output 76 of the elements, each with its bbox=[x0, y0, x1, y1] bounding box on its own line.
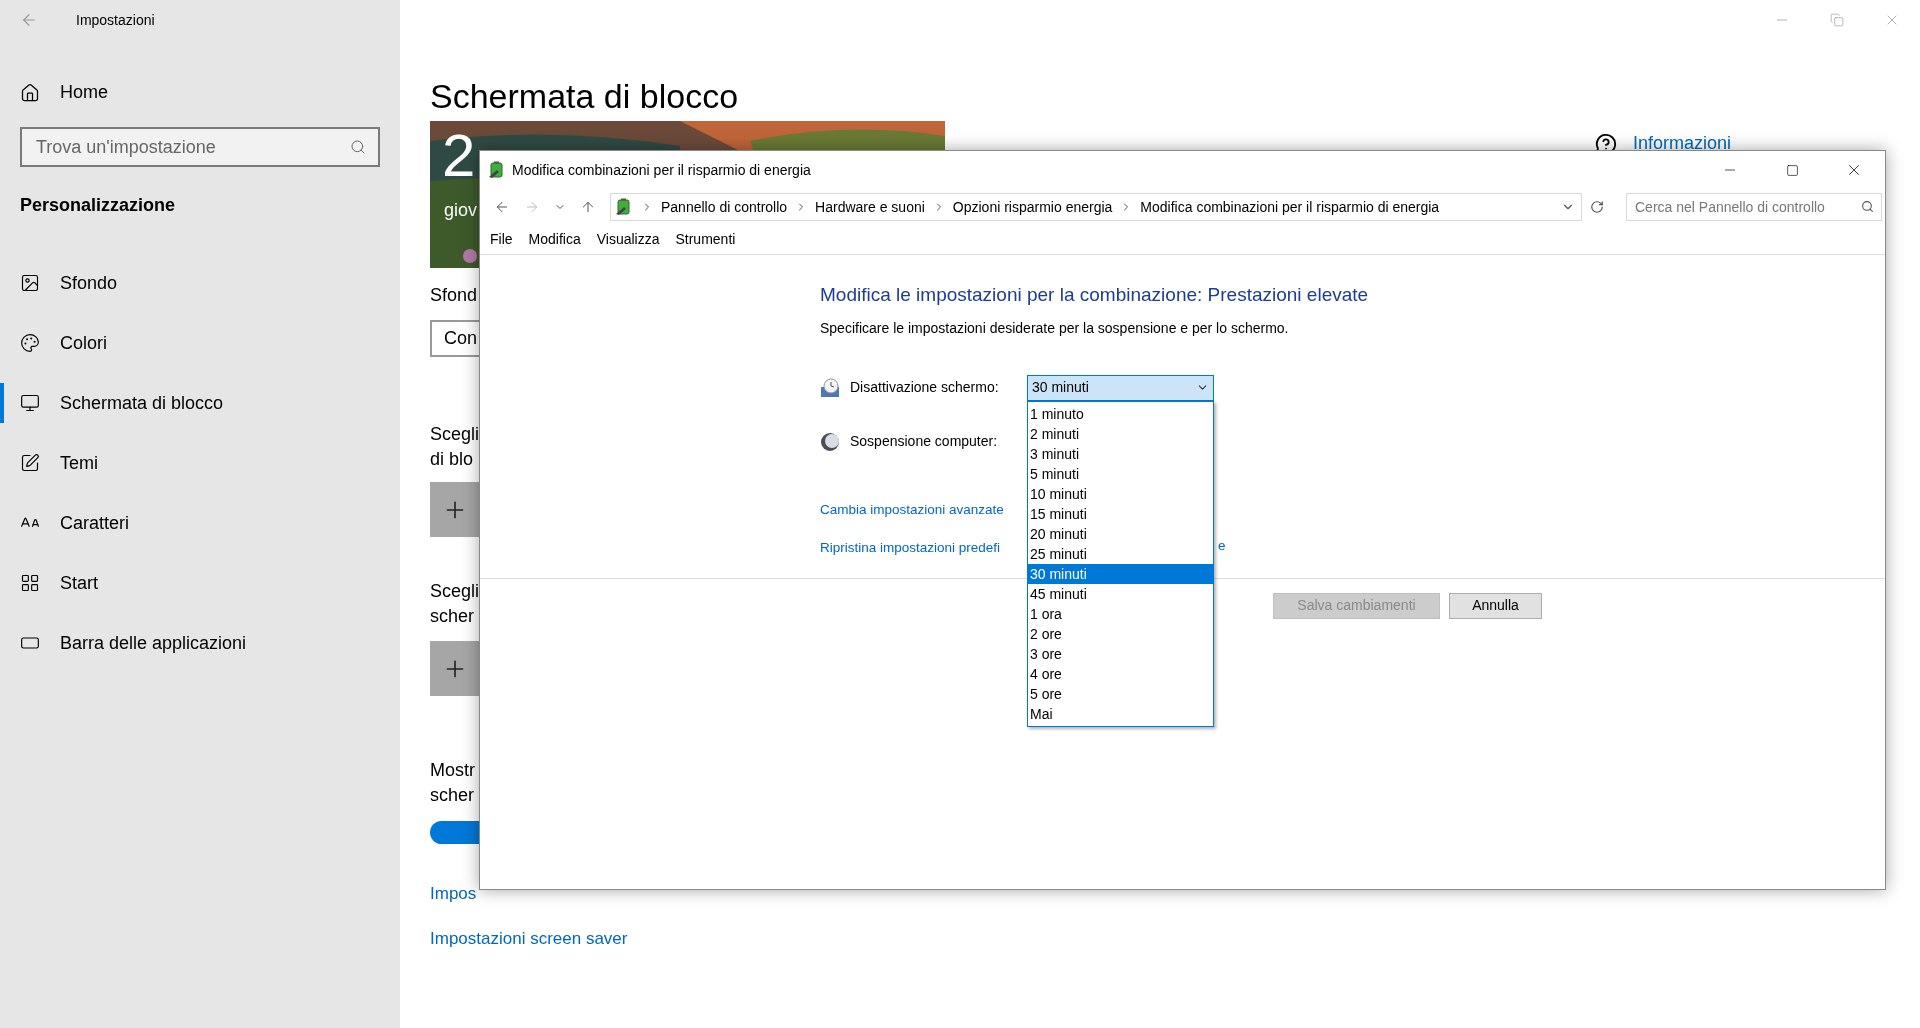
monitor-icon bbox=[20, 393, 40, 413]
dialog-button[interactable]: Annulla bbox=[1449, 592, 1542, 619]
setting-label: di blo bbox=[430, 448, 474, 471]
restore-icon[interactable] bbox=[1830, 13, 1844, 27]
settings-link[interactable]: Impos bbox=[430, 884, 477, 903]
dropdown-option[interactable]: 5 ore bbox=[1028, 684, 1213, 704]
window-title: Impostazioni bbox=[76, 10, 155, 30]
up-icon[interactable] bbox=[580, 199, 596, 215]
setting-label: Disattivazione schermo: bbox=[850, 378, 1000, 397]
dropdown-option[interactable]: 3 minuti bbox=[1028, 444, 1213, 464]
dropdown-option[interactable]: 5 minuti bbox=[1028, 464, 1213, 484]
breadcrumb[interactable]: Modifica combinazioni per il risparmio di energia bbox=[1140, 196, 1440, 218]
address-bar[interactable]: Pannello di controllo Hardware e suoni Opzioni risparmio energia Modifica combinazioni per il risparmio di energia bbox=[610, 193, 1582, 221]
settings-link[interactable]: Ripristina impostazioni predefi bbox=[820, 539, 1001, 555]
setting-label: Scegli bbox=[430, 580, 480, 603]
dropdown-option[interactable]: 25 minuti bbox=[1028, 544, 1213, 564]
menu-item[interactable]: File bbox=[490, 229, 513, 250]
battery-icon bbox=[615, 198, 633, 216]
back-icon[interactable] bbox=[494, 199, 510, 215]
dropdown-option[interactable]: 20 minuti bbox=[1028, 524, 1213, 544]
back-icon[interactable] bbox=[20, 11, 38, 29]
breadcrumb[interactable]: Pannello di controllo bbox=[661, 196, 788, 218]
dropdown-option[interactable]: 45 minuti bbox=[1028, 584, 1213, 604]
nav-item[interactable]: Colori bbox=[0, 323, 400, 363]
clock-icon bbox=[820, 377, 840, 398]
setting-label: scher bbox=[430, 784, 474, 807]
grid-icon bbox=[20, 573, 40, 593]
setting-label: Sospensione computer: bbox=[850, 432, 998, 451]
setting-label: Sfond bbox=[430, 284, 478, 307]
nav-item[interactable]: Barra delle applicazioni bbox=[0, 623, 400, 663]
battery-icon bbox=[488, 161, 506, 179]
setting-label: Scegli bbox=[430, 423, 480, 446]
dialog-subtitle: Specificare le impostazioni desiderate per la sospensione e per lo schermo. bbox=[820, 318, 1289, 338]
menu-item[interactable]: Strumenti bbox=[675, 229, 736, 250]
dropdown-option[interactable]: 2 ore bbox=[1028, 624, 1213, 644]
breadcrumb[interactable]: Hardware e suoni bbox=[815, 196, 925, 218]
search-icon bbox=[350, 139, 366, 155]
picture-icon bbox=[20, 273, 40, 293]
dropdown-option[interactable]: 4 ore bbox=[1028, 664, 1213, 684]
maximize-icon[interactable] bbox=[1785, 163, 1799, 177]
dropdown-option[interactable]: 30 minuti bbox=[1028, 564, 1213, 584]
setting-label: scher bbox=[430, 605, 474, 628]
dropdown-option[interactable]: Mai bbox=[1028, 704, 1213, 724]
nav-item[interactable]: Temi bbox=[0, 443, 400, 483]
dropdown-option[interactable]: 1 minuto bbox=[1028, 404, 1213, 424]
settings-link[interactable]: Impostazioni screen saver bbox=[430, 928, 628, 948]
palette-icon bbox=[20, 333, 40, 353]
settings-link[interactable]: Cambia impostazioni avanzate bbox=[820, 501, 1004, 517]
setting-label: Mostr bbox=[430, 759, 475, 782]
lock-date: giov bbox=[444, 199, 478, 222]
link-fragment[interactable]: e bbox=[1218, 536, 1226, 557]
dropdown[interactable]: 30 minuti bbox=[1027, 374, 1214, 401]
search-icon bbox=[1861, 200, 1874, 213]
menu-item[interactable]: Modifica bbox=[528, 229, 581, 250]
dropdown-option[interactable]: 1 ora bbox=[1028, 604, 1213, 624]
home-link[interactable]: Home bbox=[20, 79, 108, 106]
nav-item[interactable]: Start bbox=[0, 563, 400, 603]
dialog-heading: Modifica le impostazioni per la combinazione: Prestazioni elevate bbox=[820, 283, 1369, 307]
dropdown-option[interactable]: 10 minuti bbox=[1028, 484, 1213, 504]
section-heading: Personalizzazione bbox=[20, 194, 176, 217]
pen-icon bbox=[20, 453, 40, 473]
nav-item[interactable]: Sfondo bbox=[0, 263, 400, 303]
home-icon bbox=[20, 82, 40, 103]
nav-item[interactable]: Caratteri bbox=[0, 503, 400, 543]
breadcrumb[interactable]: Opzioni risparmio energia bbox=[952, 196, 1113, 218]
refresh-icon[interactable] bbox=[1590, 200, 1604, 214]
dialog-title: Modifica combinazioni per il risparmio di energia bbox=[512, 160, 811, 180]
page-title: Schermata di blocco bbox=[430, 76, 739, 117]
dropdown-option[interactable]: 2 minuti bbox=[1028, 424, 1213, 444]
dropdown-option[interactable]: 3 ore bbox=[1028, 644, 1213, 664]
menu-item[interactable]: Visualizza bbox=[596, 229, 660, 250]
dropdown-option[interactable]: 15 minuti bbox=[1028, 504, 1213, 524]
lock-clock: 2 bbox=[442, 121, 476, 191]
nav-item[interactable]: Schermata di blocco bbox=[0, 383, 400, 423]
moon-icon bbox=[820, 431, 840, 452]
search-field[interactable]: Trova un'impostazione bbox=[20, 127, 380, 167]
